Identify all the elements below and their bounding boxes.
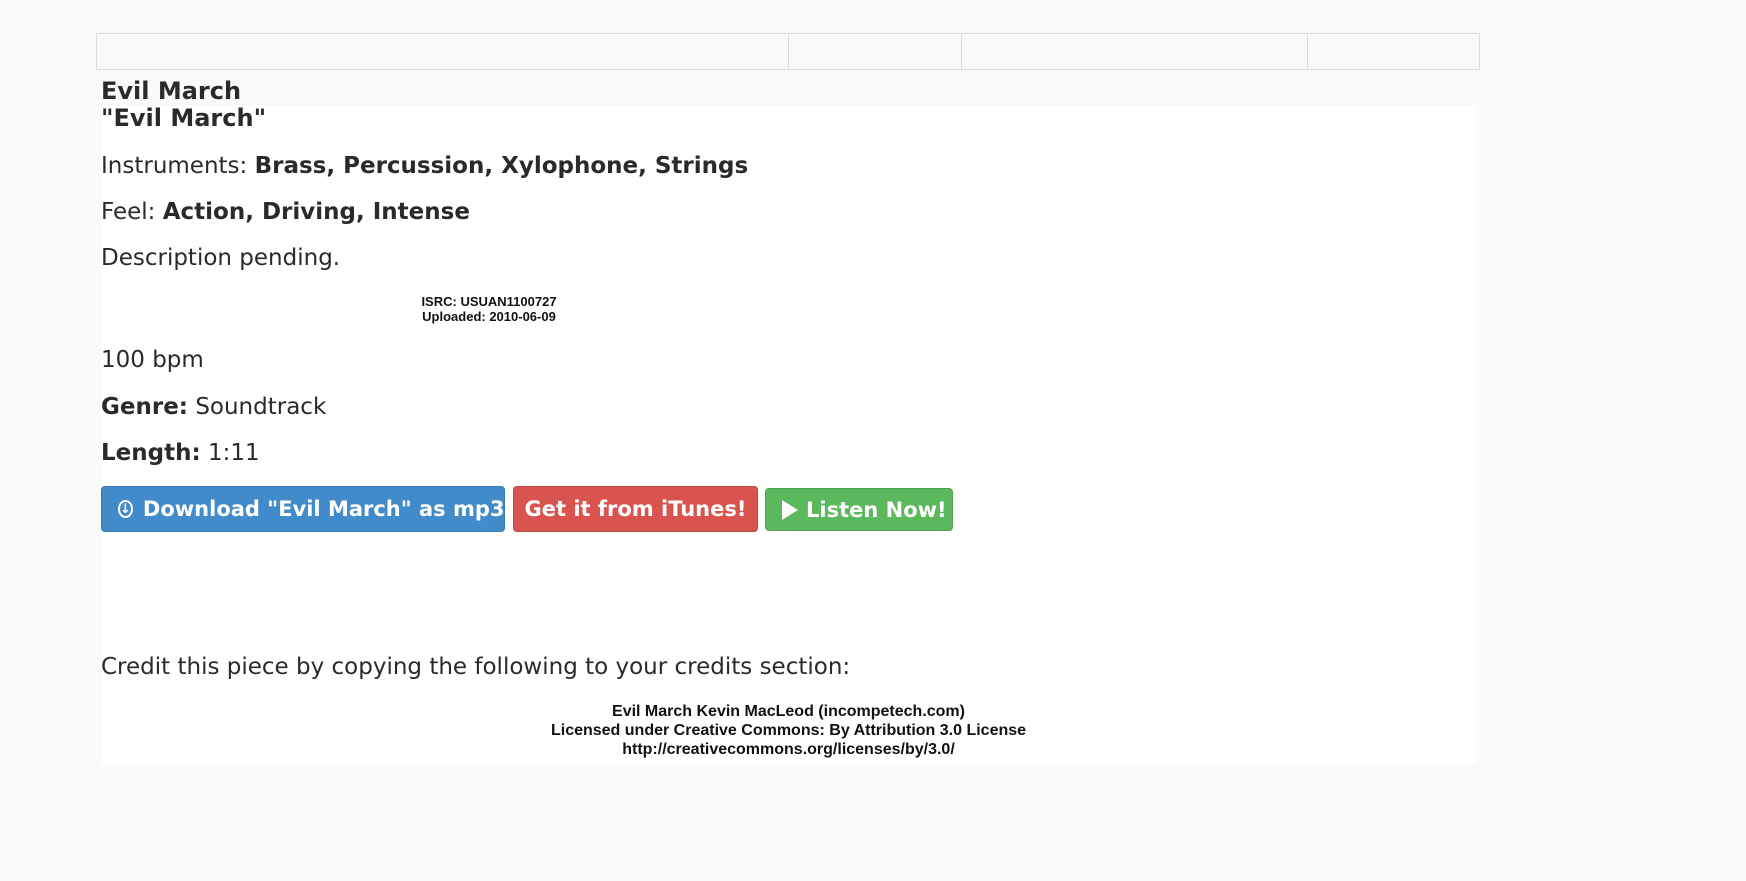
isrc-upload-info: ISRC: USUAN1100727 Uploaded: 2010-06-09 (101, 294, 877, 324)
nav-cell[interactable] (97, 34, 789, 69)
credit-line-1: Evil March Kevin MacLeod (incompetech.co… (612, 703, 965, 720)
genre-value: Soundtrack (195, 394, 327, 420)
top-nav-bar (96, 33, 1480, 70)
nav-cell[interactable] (962, 34, 1308, 69)
download-mp3-button[interactable]: ↓ Download "Evil March" as mp3 (101, 486, 505, 532)
play-icon (782, 499, 798, 520)
credit-line-2: Licensed under Creative Commons: By Attr… (550, 722, 1027, 739)
instruments-value: Brass, Percussion, Xylophone, Strings (254, 153, 749, 179)
listen-now-button[interactable]: Listen Now! (765, 488, 953, 531)
song-quoted-title: "Evil March" (101, 104, 267, 132)
page-title: Evil March (101, 77, 242, 105)
feel-label: Feel: (101, 199, 156, 225)
credit-line-3: http://creativecommons.org/licenses/by/3… (622, 741, 955, 758)
feel-row: Feel: Action, Driving, Intense (101, 197, 470, 227)
upload-date: Uploaded: 2010-06-09 (422, 309, 556, 324)
isrc: ISRC: USUAN1100727 (421, 294, 557, 309)
song-details-panel: "Evil March" Instruments: Brass, Percuss… (101, 104, 1476, 765)
nav-cell[interactable] (1308, 34, 1479, 69)
length-label: Length: (101, 440, 201, 466)
itunes-button-label: Get it from iTunes! (524, 497, 747, 521)
instruments-row: Instruments: Brass, Percussion, Xylophon… (101, 151, 748, 181)
genre-label: Genre: (101, 394, 188, 420)
genre-row: Genre: Soundtrack (101, 392, 326, 422)
credit-text-block: Evil March Kevin MacLeod (incompetech.co… (101, 702, 1476, 759)
bpm: 100 bpm (101, 347, 204, 373)
description: Description pending. (101, 245, 341, 271)
itunes-button[interactable]: Get it from iTunes! (513, 486, 758, 532)
download-button-label: Download "Evil March" as mp3 (142, 497, 505, 521)
download-circle-icon: ↓ (118, 500, 133, 518)
length-row: Length: 1:11 (101, 438, 260, 468)
instruments-label: Instruments: (101, 153, 248, 179)
length-value: 1:11 (207, 440, 260, 466)
nav-cell[interactable] (789, 34, 962, 69)
listen-button-label: Listen Now! (806, 497, 947, 522)
feel-value: Action, Driving, Intense (162, 199, 470, 225)
credit-instructions: Credit this piece by copying the followi… (101, 654, 851, 680)
